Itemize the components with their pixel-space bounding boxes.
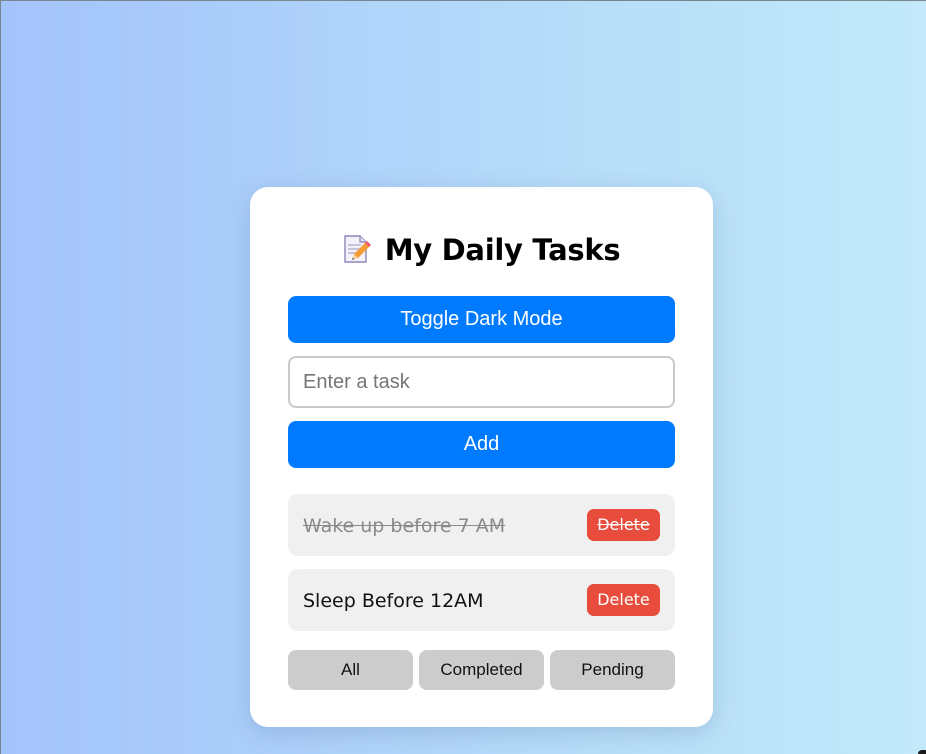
task-text[interactable]: Sleep Before 12AM	[303, 588, 484, 612]
filter-all-button[interactable]: All	[288, 650, 413, 690]
filter-completed-button[interactable]: Completed	[419, 650, 544, 690]
page-title: My Daily Tasks	[384, 233, 621, 267]
task-text[interactable]: Wake up before 7 AM	[303, 513, 505, 537]
todo-card: My Daily Tasks Toggle Dark Mode Add Wake…	[250, 187, 713, 727]
task-input[interactable]	[288, 356, 675, 408]
filter-bar: All Completed Pending	[288, 650, 675, 690]
memo-icon	[343, 234, 371, 264]
task-item: Sleep Before 12AM Delete	[288, 569, 675, 631]
filter-pending-button[interactable]: Pending	[550, 650, 675, 690]
add-task-button[interactable]: Add	[288, 421, 675, 468]
toggle-dark-mode-button[interactable]: Toggle Dark Mode	[288, 296, 675, 343]
task-item: Wake up before 7 AM Delete	[288, 494, 675, 556]
resize-corner	[918, 750, 926, 754]
delete-task-button[interactable]: Delete	[587, 584, 660, 616]
task-list: Wake up before 7 AM Delete Sleep Before …	[288, 494, 675, 644]
delete-task-button[interactable]: Delete	[587, 509, 660, 541]
title-row: My Daily Tasks	[288, 187, 675, 311]
